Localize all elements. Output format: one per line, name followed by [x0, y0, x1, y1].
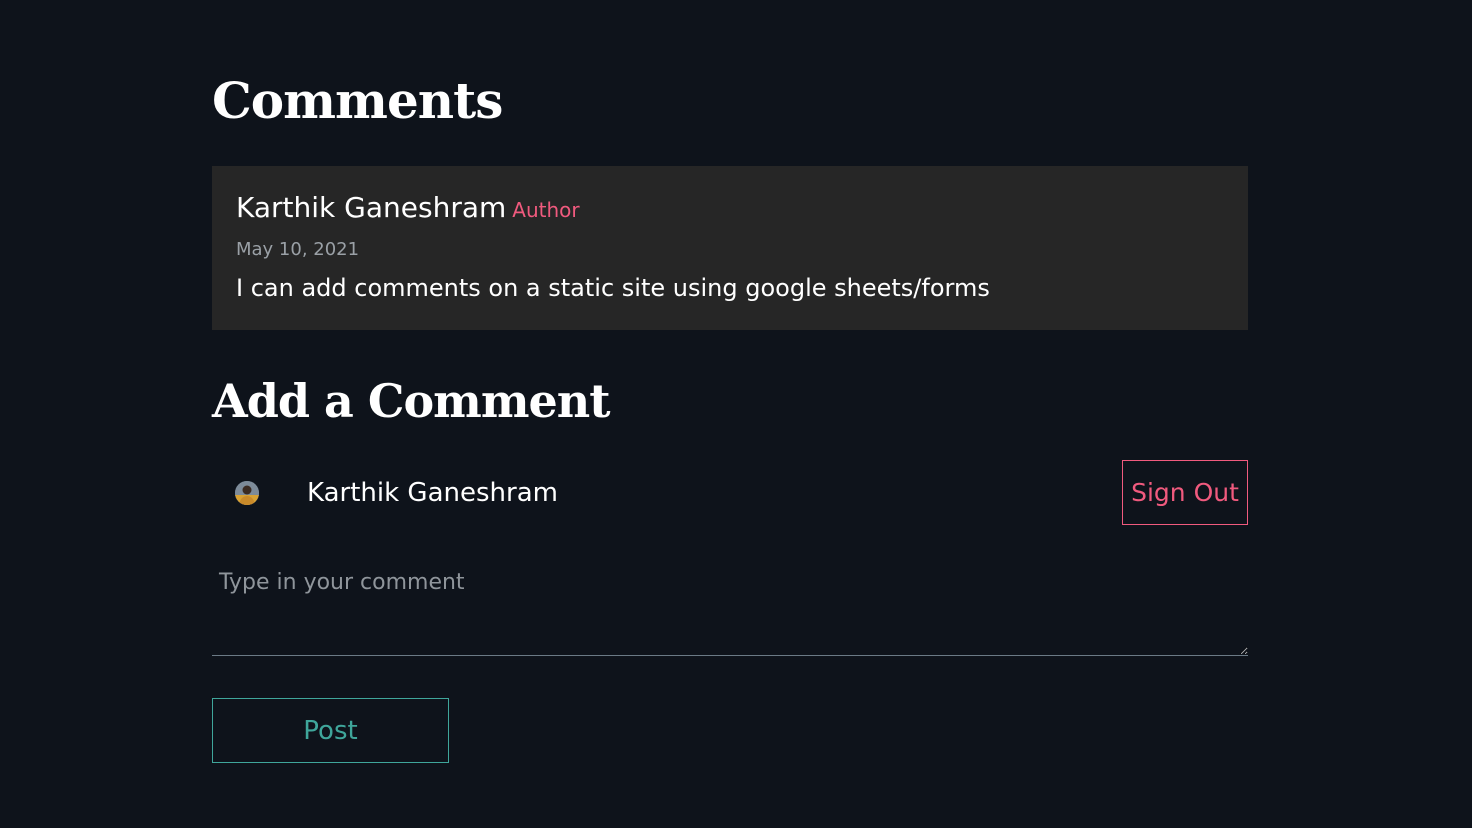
add-comment-heading: Add a Comment	[212, 374, 610, 428]
post-button[interactable]: Post	[212, 698, 449, 763]
comments-heading: Comments	[212, 71, 503, 130]
author-badge: Author	[512, 198, 580, 222]
comment-input[interactable]	[212, 558, 1248, 656]
comment-author-line: Karthik Ganeshram Author	[236, 188, 580, 230]
avatar	[235, 481, 259, 505]
current-user-row: Karthik Ganeshram Sign Out	[212, 460, 1248, 526]
comment-card: Karthik Ganeshram Author May 10, 2021 I c…	[212, 166, 1248, 330]
comment-date: May 10, 2021	[236, 239, 360, 260]
comment-text: I can add comments on a static site usin…	[236, 274, 990, 302]
comment-author-name: Karthik Ganeshram	[236, 191, 507, 224]
current-user-name: Karthik Ganeshram	[307, 478, 558, 508]
user-avatar-icon	[235, 481, 259, 505]
sign-out-button[interactable]: Sign Out	[1122, 460, 1248, 525]
